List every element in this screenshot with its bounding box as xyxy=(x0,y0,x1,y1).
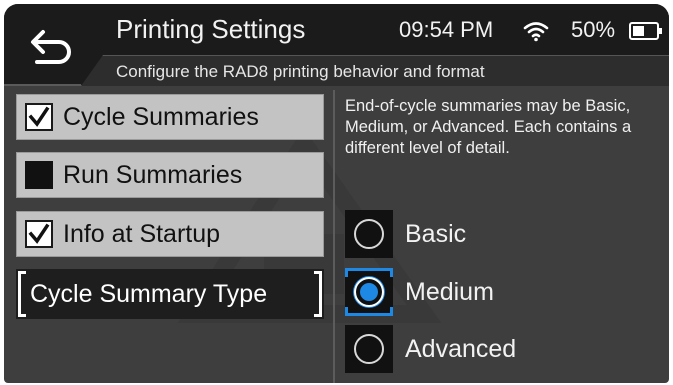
focus-bracket-right xyxy=(314,271,322,317)
checkbox-checked[interactable] xyxy=(25,220,53,248)
radio-button-basic[interactable] xyxy=(345,210,393,258)
status-time: 09:54 PM xyxy=(399,17,494,42)
page-subtitle: Configure the RAD8 printing behavior and… xyxy=(116,62,485,81)
panel-divider xyxy=(333,90,335,383)
screen: Printing Settings Configure the RAD8 pri… xyxy=(4,4,669,383)
battery-half-icon xyxy=(629,22,662,40)
radio-selected-icon xyxy=(354,277,384,307)
radio-label: Medium xyxy=(405,277,494,306)
radio-advanced[interactable]: Advanced xyxy=(345,325,655,373)
radio-unselected-icon xyxy=(354,334,384,364)
radio-medium[interactable]: Medium xyxy=(345,268,655,316)
option-label: Info at Startup xyxy=(63,219,221,248)
device-frame: Printing Settings Configure the RAD8 pri… xyxy=(0,0,673,385)
radio-unselected-icon xyxy=(354,219,384,249)
focus-bracket-left xyxy=(18,271,26,317)
checkbox-checked[interactable] xyxy=(25,103,53,131)
battery-percent: 50% xyxy=(571,17,616,42)
checkmark-icon xyxy=(28,223,50,244)
back-arrow-icon xyxy=(31,30,71,64)
checkmark-icon xyxy=(28,106,50,127)
radio-basic[interactable]: Basic xyxy=(345,210,655,258)
option-run-summaries[interactable]: Run Summaries xyxy=(16,152,324,198)
radio-label: Basic xyxy=(405,219,467,248)
page-title: Printing Settings xyxy=(116,14,306,44)
option-cycle-summaries[interactable]: Cycle Summaries xyxy=(16,94,324,140)
radio-button-medium[interactable] xyxy=(345,268,393,316)
radio-label: Advanced xyxy=(405,334,517,363)
wifi-icon xyxy=(523,22,549,42)
option-label: Cycle Summaries xyxy=(63,102,259,131)
checkbox-unchecked[interactable] xyxy=(25,161,53,189)
back-button[interactable] xyxy=(16,12,88,82)
option-info-at-startup[interactable]: Info at Startup xyxy=(16,211,324,257)
cycle-summary-type-label: Cycle Summary Type xyxy=(30,280,268,308)
option-label: Run Summaries xyxy=(63,160,243,189)
summary-type-description: End-of-cycle summaries may be Basic, Med… xyxy=(345,97,632,157)
cycle-summary-type-button[interactable]: Cycle Summary Type xyxy=(16,269,324,319)
radio-button-advanced[interactable] xyxy=(345,325,393,373)
header-bar: Printing Settings Configure the RAD8 pri… xyxy=(4,4,669,86)
